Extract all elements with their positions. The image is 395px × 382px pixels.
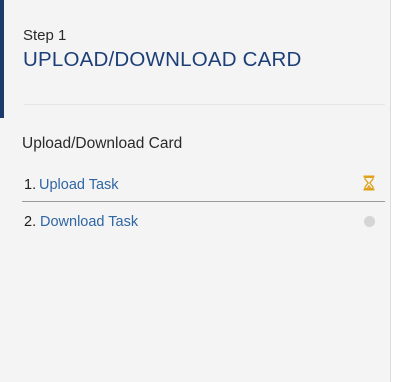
download-task-link[interactable]: Download Task <box>40 214 138 231</box>
task-number: 1. <box>24 177 37 193</box>
step-label: Step 1 <box>23 27 67 44</box>
step-header: Step 1 UPLOAD/DOWNLOAD CARD <box>0 0 391 118</box>
upload-task-link[interactable]: Upload Task <box>39 177 119 194</box>
hourglass-icon <box>363 175 375 191</box>
step-panel: Step 1 UPLOAD/DOWNLOAD CARD Upload/Downl… <box>0 0 391 382</box>
pending-dot-icon <box>364 216 375 227</box>
header-divider <box>24 104 385 105</box>
task-item-upload[interactable]: 1. Upload Task <box>22 166 385 202</box>
task-item-download[interactable]: 2. Download Task <box>22 203 385 239</box>
card-title: Upload/Download Card <box>22 135 183 152</box>
step-title: UPLOAD/DOWNLOAD CARD <box>23 48 302 71</box>
task-number: 2. <box>24 214 37 230</box>
